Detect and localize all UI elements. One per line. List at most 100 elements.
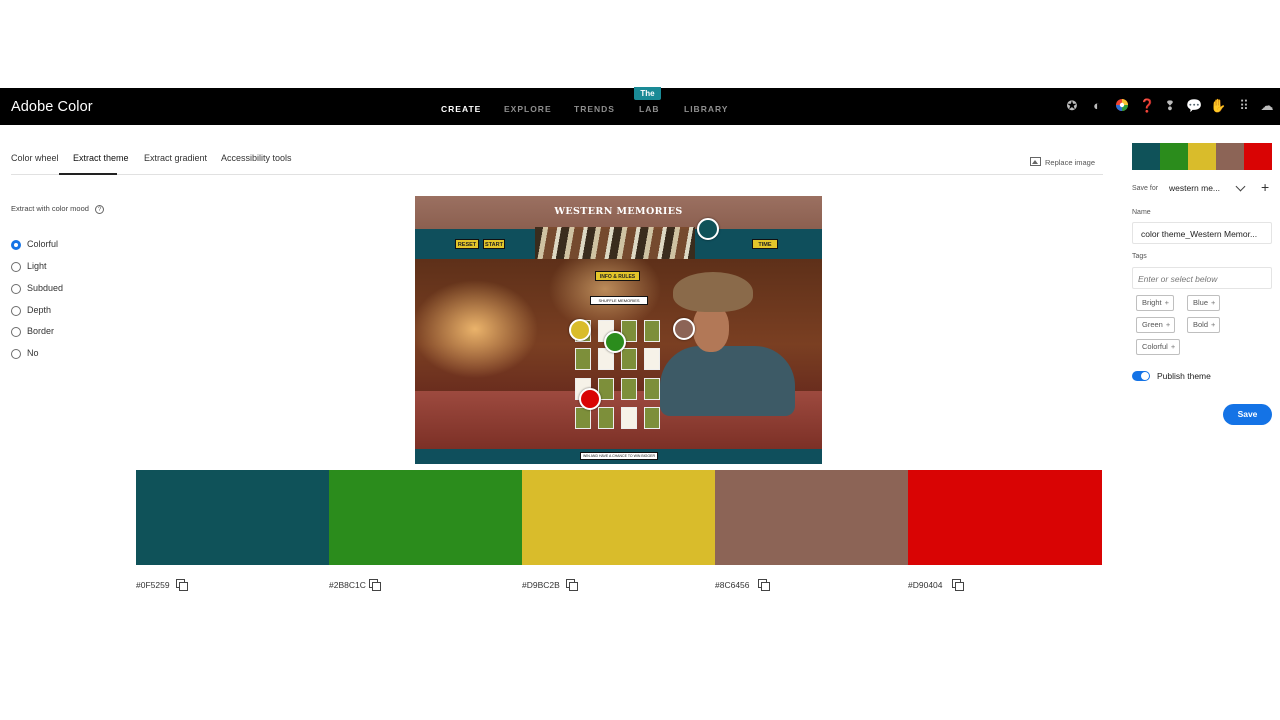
tags-input[interactable]: Enter or select below: [1132, 267, 1272, 289]
radio-button[interactable]: [11, 262, 21, 272]
mood-option-label: Subdued: [27, 283, 64, 293]
radio-button[interactable]: [11, 240, 21, 250]
tag-chip-bold[interactable]: Bold +: [1187, 317, 1221, 333]
image-icon: [1030, 157, 1041, 166]
mood-option-label: No: [27, 348, 39, 358]
nav-create[interactable]: CREATE: [441, 104, 481, 114]
color-swatch-4[interactable]: [715, 470, 909, 565]
theme-name-field[interactable]: color theme_Western Memor...: [1132, 222, 1272, 244]
image-footer-label: WIN AND HAVE A CHANCE TO WIN BIGGER: [580, 452, 658, 460]
tag-chip-label: Green: [1142, 320, 1163, 329]
tab-extract-theme[interactable]: Extract theme: [73, 153, 129, 163]
image-cards-strip: [535, 227, 695, 261]
image-time-label: TIME: [752, 239, 778, 249]
color-picker-2[interactable]: [604, 331, 626, 353]
radio-button[interactable]: [11, 349, 21, 359]
color-wheel-icon[interactable]: [1114, 98, 1130, 114]
contrast-icon[interactable]: ◐: [1089, 98, 1105, 114]
image-cowboy-body: [660, 346, 795, 416]
image-start-label: START: [483, 239, 505, 249]
feedback-icon[interactable]: 💬: [1186, 98, 1202, 114]
tag-chip-label: Bright: [1142, 298, 1162, 307]
copy-icon[interactable]: [952, 579, 964, 591]
alert-icon[interactable]: ❢: [1162, 98, 1178, 114]
nav-lab[interactable]: LAB: [639, 104, 659, 114]
brand-logo[interactable]: Adobe Color: [11, 99, 93, 115]
color-swatch-3[interactable]: [522, 470, 716, 565]
image-info-label: INFO & RULES: [595, 271, 640, 281]
tag-chip-label: Colorful: [1142, 342, 1168, 351]
replace-image-button[interactable]: Replace image: [1030, 157, 1095, 167]
color-swatch-5[interactable]: [908, 470, 1102, 565]
radio-button[interactable]: [11, 306, 21, 316]
chevron-down-icon[interactable]: [1235, 181, 1246, 192]
theme-preview-color-4: [1216, 143, 1244, 170]
add-tag-icon: +: [1170, 342, 1176, 351]
tags-placeholder: Enter or select below: [1138, 274, 1218, 284]
add-tag-icon: +: [1164, 298, 1169, 307]
copy-icon[interactable]: [566, 579, 578, 591]
color-swatch-1[interactable]: [136, 470, 330, 565]
nav-trends[interactable]: TRENDS: [574, 104, 615, 114]
cc-badge-icon[interactable]: ✪: [1064, 98, 1080, 114]
hex-value-2: #2B8C1C: [329, 580, 366, 590]
hex-value-4: #8C6456: [715, 580, 750, 590]
hand-icon[interactable]: ✋: [1210, 98, 1226, 114]
adobe-color-page: Adobe Color CREATE EXPLORE TRENDS The LA…: [0, 0, 1280, 720]
image-title: WESTERN MEMORIES: [554, 206, 683, 217]
mood-option-label: Light: [27, 261, 47, 271]
add-tag-icon: +: [1211, 320, 1216, 329]
theme-preview-color-3: [1188, 143, 1216, 170]
save-button[interactable]: Save: [1223, 404, 1272, 425]
name-label: Name: [1132, 209, 1151, 216]
creative-cloud-icon[interactable]: ☁: [1259, 98, 1275, 114]
copy-icon[interactable]: [758, 579, 770, 591]
theme-preview-color-1: [1132, 143, 1160, 170]
apps-grid-icon[interactable]: ⠿: [1236, 98, 1252, 114]
save-for-label: Save for: [1132, 185, 1159, 192]
tag-chip-green[interactable]: Green +: [1136, 317, 1176, 333]
color-swatch-2[interactable]: [329, 470, 523, 565]
image-shuffle-label: SHUFFLE MEMORIES: [590, 296, 648, 305]
mood-option-label: Depth: [27, 305, 52, 315]
image-reset-label: RESET: [455, 239, 479, 249]
copy-icon[interactable]: [369, 579, 381, 591]
image-cowboy-hat: [673, 272, 753, 312]
nav-library[interactable]: LIBRARY: [684, 104, 728, 114]
tag-chip-label: Bold: [1193, 320, 1209, 329]
color-picker-4[interactable]: [673, 318, 695, 340]
color-picker-3[interactable]: [569, 319, 591, 341]
tag-chip-colorful[interactable]: Colorful +: [1136, 339, 1181, 355]
tabs-divider: [11, 174, 1103, 175]
nav-explore[interactable]: EXPLORE: [504, 104, 552, 114]
tag-chip-bright[interactable]: Bright +: [1136, 295, 1174, 311]
tab-color-wheel[interactable]: Color wheel: [11, 153, 59, 163]
save-for-library-select[interactable]: western me...: [1169, 183, 1220, 193]
add-library-icon[interactable]: +: [1261, 180, 1269, 194]
help-circle-icon[interactable]: ?: [95, 205, 104, 214]
add-tag-icon: +: [1165, 320, 1171, 329]
tag-chip-blue[interactable]: Blue +: [1187, 295, 1221, 311]
mood-option-label: Border: [27, 326, 55, 336]
mood-title: Extract with color mood: [11, 204, 89, 213]
mood-option-label: Colorful: [27, 239, 59, 249]
hex-value-1: #0F5259: [136, 580, 170, 590]
tab-extract-gradient[interactable]: Extract gradient: [144, 153, 207, 163]
image-footer-band: WIN AND HAVE A CHANCE TO WIN BIGGER: [415, 449, 822, 464]
source-image: WESTERN MEMORIES RESET START TIME INFO &…: [415, 196, 822, 464]
hex-value-5: #D90404: [908, 580, 943, 590]
help-icon[interactable]: ❓: [1139, 98, 1155, 114]
the-lab-badge: The: [634, 87, 661, 100]
color-picker-5[interactable]: [579, 388, 601, 410]
active-tab-indicator: [59, 173, 117, 175]
header-icon-group: ✪ ◐ ❓ ❢ 💬 ✋ ⠿ ☁: [1064, 98, 1274, 116]
radio-button[interactable]: [11, 327, 21, 337]
publish-theme-toggle[interactable]: [1132, 371, 1150, 381]
tab-accessibility-tools[interactable]: Accessibility tools: [221, 153, 292, 163]
color-picker-1[interactable]: [697, 218, 719, 240]
replace-image-label: Replace image: [1045, 158, 1096, 167]
publish-theme-label: Publish theme: [1157, 371, 1211, 381]
radio-button[interactable]: [11, 284, 21, 294]
copy-icon[interactable]: [176, 579, 188, 591]
theme-preview-color-2: [1160, 143, 1188, 170]
